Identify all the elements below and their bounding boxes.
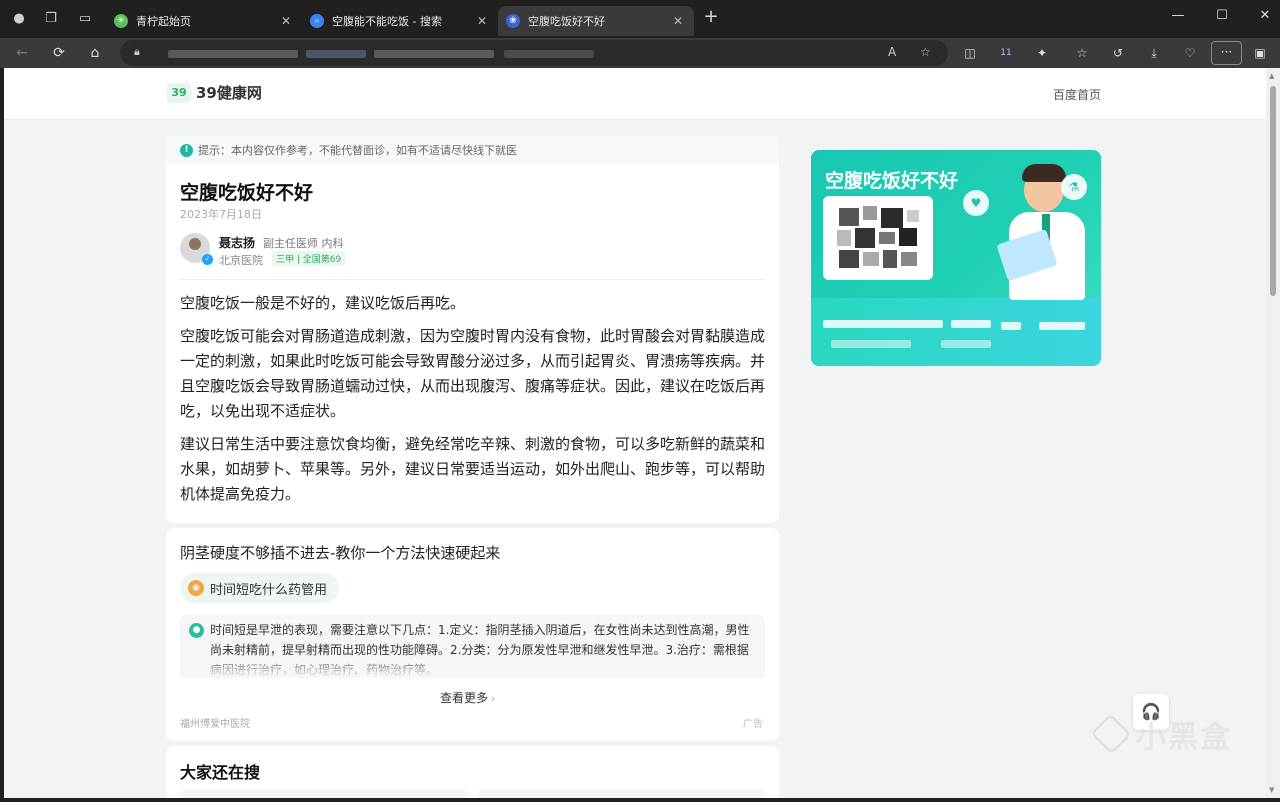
baidu-favicon-icon: ❀ xyxy=(506,14,520,28)
favorites-icon[interactable]: ☆ xyxy=(1073,44,1091,62)
article-paragraph: 空腹吃饭一般是不好的，建议吃饭后再吃。 xyxy=(180,294,466,312)
close-icon[interactable]: ✕ xyxy=(474,14,490,28)
article-paragraph: 空腹吃饭可能会对胃肠道造成刺激，因为空腹时胃内没有食物，此时胃酸会对胃黏膜造成一… xyxy=(180,327,766,420)
tab-search[interactable]: ⌕ 空腹能不能吃饭 - 搜索 ✕ xyxy=(302,6,498,36)
extension-icon[interactable]: ◫ xyxy=(961,44,979,62)
new-tab-button[interactable]: + xyxy=(701,6,721,27)
doctor-icon: ● xyxy=(189,623,204,638)
tab-title: 空腹吃饭好不好 xyxy=(528,15,605,28)
banner-text-redacted xyxy=(823,320,943,328)
url-redacted xyxy=(374,50,494,58)
xiaoheihe-logo-icon xyxy=(1090,713,1132,755)
notice-text: 提示：本内容仅作参考，不能代替面诊，如有不适请尽快线下就医 xyxy=(198,144,517,157)
logo-text: 39健康网 xyxy=(196,84,262,102)
banner-text-redacted xyxy=(1039,322,1085,330)
scroll-up-icon[interactable]: ▲ xyxy=(1269,72,1274,80)
article-paragraph: 建议日常生活中要注意饮食均衡，避免经常吃辛辣、刺激的食物，可以多吃新鲜的蔬菜和水… xyxy=(180,435,766,503)
maximize-button[interactable]: ☐ xyxy=(1212,8,1232,23)
article-title: 空腹吃饭好不好 xyxy=(180,182,314,204)
browser-toolbar: ← ⟳ ⌂ 🔒︎ A ☆ ◫ 11 ✦ ☆ ↺ ⤓ ♡ ··· ▣ xyxy=(0,38,1280,68)
qingning-favicon-icon: ✳ xyxy=(114,14,128,28)
banner-title: 空腹吃饭好不好 xyxy=(825,170,959,192)
related-search-chip[interactable] xyxy=(477,789,765,798)
tab-title: 空腹能不能吃饭 - 搜索 xyxy=(332,15,442,28)
ad-question-text: 时间短吃什么药管用 xyxy=(210,582,328,598)
minimize-button[interactable]: — xyxy=(1168,8,1188,23)
disclaimer-notice: ! 提示：本内容仅作参考，不能代替面诊，如有不适请尽快线下就医 xyxy=(166,136,779,164)
related-search-card: 大家还在搜 xyxy=(166,746,779,798)
doctor-name[interactable]: 聂志扬 xyxy=(219,234,255,251)
watermark-text: 小黑盒 xyxy=(1136,720,1232,755)
ad-answer-box[interactable]: ● 时间短是早泄的表现，需要注意以下几点：1.定义：指阴茎插入阴道后，在女性尚未… xyxy=(180,614,765,678)
ad-label: 广告 xyxy=(743,719,763,730)
close-icon[interactable]: ✕ xyxy=(278,14,294,28)
banner-text-redacted xyxy=(831,340,911,348)
info-icon: ! xyxy=(180,143,193,157)
chat-icon: ◉ xyxy=(188,580,204,596)
scroll-down-icon[interactable]: ▼ xyxy=(1269,786,1274,794)
banner-text-redacted xyxy=(951,320,991,328)
article-date: 2023年7月18日 xyxy=(180,208,262,221)
weather-extension-icon[interactable]: 11 xyxy=(997,44,1015,62)
logo-mark: 39 xyxy=(167,82,191,103)
watermark: 小黑盒 xyxy=(1090,712,1232,756)
promo-banner[interactable]: 空腹吃饭好不好 ♥ ⚗ xyxy=(811,150,1101,366)
see-more-link[interactable]: 查看更多 › xyxy=(440,689,495,706)
medicine-bubble-icon: ⚗ xyxy=(1061,174,1087,200)
chevron-right-icon: › xyxy=(491,692,496,705)
home-button[interactable]: ⌂ xyxy=(85,43,105,63)
article-card: ! 提示：本内容仅作参考，不能代替面诊，如有不适请尽快线下就医 空腹吃饭好不好 … xyxy=(166,136,779,523)
site-header: 39 39健康网 百度首页 xyxy=(4,68,1266,120)
baidu-home-link[interactable]: 百度首页 xyxy=(1053,86,1101,103)
divider xyxy=(180,279,765,280)
scroll-thumb[interactable] xyxy=(1270,86,1276,296)
sidebar-toggle-icon[interactable]: ▣ xyxy=(1251,44,1269,62)
qr-code xyxy=(823,196,933,280)
more-menu-button[interactable]: ··· xyxy=(1211,41,1242,65)
related-search-title: 大家还在搜 xyxy=(180,763,261,782)
performance-icon[interactable]: ♡ xyxy=(1181,44,1199,62)
page-scrollbar[interactable]: ▲ ▼ xyxy=(1266,68,1280,798)
extensions-puzzle-icon[interactable]: ✦ xyxy=(1033,44,1051,62)
search-favicon-icon: ⌕ xyxy=(310,14,324,28)
url-redacted xyxy=(168,50,298,58)
ad-question-pill[interactable]: ◉ 时间短吃什么药管用 xyxy=(180,573,340,603)
tab-qingning[interactable]: ✳ 青柠起始页 ✕ xyxy=(106,6,302,36)
address-bar[interactable]: 🔒︎ A ☆ xyxy=(120,40,948,66)
close-window-button[interactable]: ✕ xyxy=(1255,8,1275,23)
ad-title[interactable]: 阴茎硬度不够插不进去-教你一个方法快速硬起来 xyxy=(180,542,500,563)
site-logo[interactable]: 39 39健康网 xyxy=(167,82,262,103)
read-aloud-icon[interactable]: A xyxy=(888,45,896,59)
banner-text-redacted xyxy=(1001,322,1021,330)
ad-card[interactable]: 阴茎硬度不够插不进去-教你一个方法快速硬起来 ◉ 时间短吃什么药管用 ● 时间短… xyxy=(166,528,779,741)
doctor-hospital: 北京医院 xyxy=(219,254,263,267)
banner-footer xyxy=(811,298,1101,366)
history-icon[interactable]: ↺ xyxy=(1109,44,1127,62)
see-more-label: 查看更多 xyxy=(440,691,489,705)
hospital-rank-badge: 三甲 | 全国第69 xyxy=(272,251,346,266)
workspaces-icon[interactable]: ❐ xyxy=(42,10,60,28)
tab-article[interactable]: ❀ 空腹吃饭好不好 ✕ xyxy=(498,6,694,36)
tab-title: 青柠起始页 xyxy=(136,15,191,28)
fade-overlay xyxy=(180,654,765,678)
page-viewport: 39 39健康网 百度首页 ! 提示：本内容仅作参考，不能代替面诊，如有不适请尽… xyxy=(4,68,1266,798)
back-button[interactable]: ← xyxy=(12,43,32,63)
heart-bubble-icon: ♥ xyxy=(963,190,989,216)
ad-source: 福州博爱中医院 xyxy=(180,719,250,730)
related-search-chip[interactable] xyxy=(180,789,468,798)
browser-tab-bar: ● ❐ ▭ ✳ 青柠起始页 ✕ ⌕ 空腹能不能吃饭 - 搜索 ✕ ❀ 空腹吃饭好… xyxy=(0,0,1280,38)
url-redacted xyxy=(306,50,366,58)
tab-actions-icon[interactable]: ▭ xyxy=(76,10,94,28)
verified-icon: ✓ xyxy=(202,254,213,265)
favorite-star-icon[interactable]: ☆ xyxy=(920,45,931,59)
downloads-icon[interactable]: ⤓ xyxy=(1145,44,1163,62)
url-redacted xyxy=(504,50,594,58)
close-icon[interactable]: ✕ xyxy=(670,14,686,28)
profile-avatar-icon[interactable]: ● xyxy=(10,10,28,28)
lock-icon: 🔒︎ xyxy=(134,45,140,58)
doctor-title: 副主任医师 内科 xyxy=(263,237,344,250)
banner-text-redacted xyxy=(941,340,991,348)
refresh-button[interactable]: ⟳ xyxy=(49,43,69,63)
